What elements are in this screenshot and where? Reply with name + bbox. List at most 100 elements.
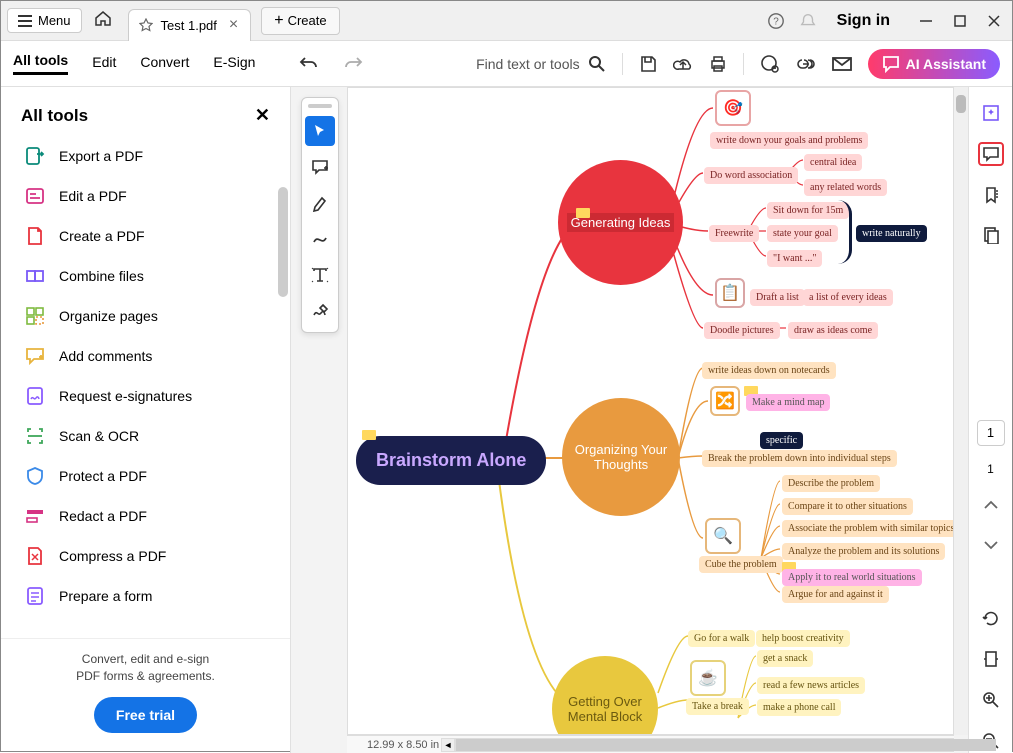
tool-label: Request e-signatures — [59, 388, 192, 404]
document-canvas[interactable]: Brainstorm Alone Generating Ideas 🎯 writ… — [347, 87, 954, 735]
panel-title: All tools — [21, 106, 88, 126]
tab-all-tools[interactable]: All tools — [13, 52, 68, 75]
bookmarks-icon[interactable] — [978, 182, 1004, 207]
tab-close-button[interactable]: × — [225, 16, 242, 34]
panel-sparkle-icon[interactable] — [978, 101, 1004, 126]
leaf: write naturally — [856, 225, 927, 242]
tool-scan-ocr[interactable]: Scan & OCR — [11, 416, 280, 456]
tool-label: Combine files — [59, 268, 144, 284]
link-icon[interactable] — [796, 55, 816, 73]
select-tool[interactable] — [305, 116, 335, 146]
tool-compress-pdf[interactable]: Compress a PDF — [11, 536, 280, 576]
free-trial-button[interactable]: Free trial — [94, 697, 197, 733]
tool-label: Scan & OCR — [59, 428, 139, 444]
tool-label: Redact a PDF — [59, 508, 147, 524]
maximize-button[interactable] — [954, 15, 966, 27]
cloud-icon[interactable] — [673, 55, 693, 73]
panel-close-button[interactable]: ✕ — [255, 105, 270, 126]
tools-list: Export a PDF Edit a PDF Create a PDF Com… — [1, 136, 290, 638]
toolbar-grip[interactable] — [308, 104, 332, 108]
menu-button[interactable]: Menu — [7, 8, 82, 33]
leaf: specific — [760, 432, 803, 449]
tool-redact-pdf[interactable]: Redact a PDF — [11, 496, 280, 536]
export-icon — [25, 146, 45, 166]
home-button[interactable] — [90, 5, 116, 36]
annotation-toolbar[interactable] — [301, 97, 339, 333]
page-input[interactable]: 1 — [977, 420, 1005, 447]
leaf: Break the problem down into individual s… — [702, 450, 897, 467]
rotate-icon[interactable] — [978, 607, 1004, 632]
zoom-in-icon[interactable] — [978, 688, 1004, 713]
help-icon[interactable]: ? — [767, 12, 785, 30]
sign-tool[interactable] — [305, 296, 335, 326]
tool-add-comments[interactable]: Add comments — [11, 336, 280, 376]
bell-icon[interactable] — [799, 12, 817, 30]
leaf: Sit down for 15m — [767, 202, 849, 219]
tool-label: Compress a PDF — [59, 548, 166, 564]
tool-prepare-form[interactable]: Prepare a form — [11, 576, 280, 616]
footer-text-2: PDF forms & agreements. — [21, 668, 270, 685]
tool-label: Add comments — [59, 348, 152, 364]
all-tools-panel: All tools ✕ Export a PDF Edit a PDF Crea… — [1, 87, 291, 753]
tab-esign[interactable]: E-Sign — [213, 54, 255, 74]
tool-create-pdf[interactable]: Create a PDF — [11, 216, 280, 256]
leaf: write down your goals and problems — [710, 132, 868, 149]
main-toolbar: All tools Edit Convert E-Sign Find text … — [1, 41, 1012, 87]
save-icon[interactable] — [639, 55, 657, 73]
horizontal-scrollbar[interactable]: ◄► — [441, 737, 954, 753]
comments-panel-icon[interactable] — [978, 142, 1004, 167]
sign-in-button[interactable]: Sign in — [837, 12, 890, 30]
text-tool[interactable] — [305, 260, 335, 290]
tool-export-pdf[interactable]: Export a PDF — [11, 136, 280, 176]
redact-icon — [25, 506, 45, 526]
combine-icon — [25, 266, 45, 286]
leaf: Do word association — [704, 167, 798, 184]
main-area: All tools ✕ Export a PDF Edit a PDF Crea… — [1, 87, 1012, 753]
leaf: Take a break — [686, 698, 749, 715]
redo-button[interactable] — [343, 56, 363, 72]
form-icon — [25, 586, 45, 606]
tab-edit[interactable]: Edit — [92, 54, 116, 74]
tool-edit-pdf[interactable]: Edit a PDF — [11, 176, 280, 216]
search-tools[interactable]: Find text or tools — [476, 55, 606, 73]
comment-tool[interactable] — [305, 152, 335, 182]
document-tab[interactable]: Test 1.pdf × — [128, 9, 252, 41]
leaf-highlighted: Make a mind map — [746, 394, 830, 411]
node-organizing-thoughts: Organizing Your Thoughts — [562, 398, 680, 516]
page-up-button[interactable] — [978, 492, 1004, 517]
page-down-button[interactable] — [978, 533, 1004, 558]
print-icon[interactable] — [709, 55, 727, 73]
leaf-highlighted: Apply it to real world situations — [782, 569, 922, 586]
leaf: read a few news articles — [757, 677, 865, 694]
ai-assistant-button[interactable]: AI Assistant — [868, 49, 1000, 79]
vertical-scrollbar[interactable] — [954, 87, 968, 735]
leaf: Cube the problem — [699, 556, 783, 573]
undo-button[interactable] — [299, 56, 319, 72]
leaf: central idea — [804, 154, 862, 171]
mail-icon[interactable] — [832, 56, 852, 72]
leaf: any related words — [804, 179, 887, 196]
sticky-note-icon — [576, 208, 590, 218]
leaf: Freewrite — [709, 225, 759, 242]
footer-text-1: Convert, edit and e-sign — [21, 651, 270, 668]
highlight-tool[interactable] — [305, 188, 335, 218]
tool-organize-pages[interactable]: Organize pages — [11, 296, 280, 336]
right-rail: 1 1 — [968, 87, 1012, 753]
tool-combine-files[interactable]: Combine files — [11, 256, 280, 296]
tool-request-esign[interactable]: Request e-signatures — [11, 376, 280, 416]
tab-title: Test 1.pdf — [161, 18, 217, 33]
tool-protect-pdf[interactable]: Protect a PDF — [11, 456, 280, 496]
document-area: Brainstorm Alone Generating Ideas 🎯 writ… — [291, 87, 968, 753]
fit-page-icon[interactable] — [978, 647, 1004, 672]
tool-label: Edit a PDF — [59, 188, 127, 204]
pages-icon[interactable] — [978, 223, 1004, 248]
close-window-button[interactable] — [988, 15, 1000, 27]
create-button[interactable]: + Create — [261, 7, 339, 35]
draw-tool[interactable] — [305, 224, 335, 254]
tab-convert[interactable]: Convert — [140, 54, 189, 74]
gen-ai-icon[interactable] — [760, 54, 780, 74]
leaf: write ideas down on notecards — [702, 362, 836, 379]
panel-scrollbar[interactable] — [278, 187, 288, 297]
leaf: Associate the problem with similar topic… — [782, 520, 954, 537]
minimize-button[interactable] — [920, 15, 932, 27]
